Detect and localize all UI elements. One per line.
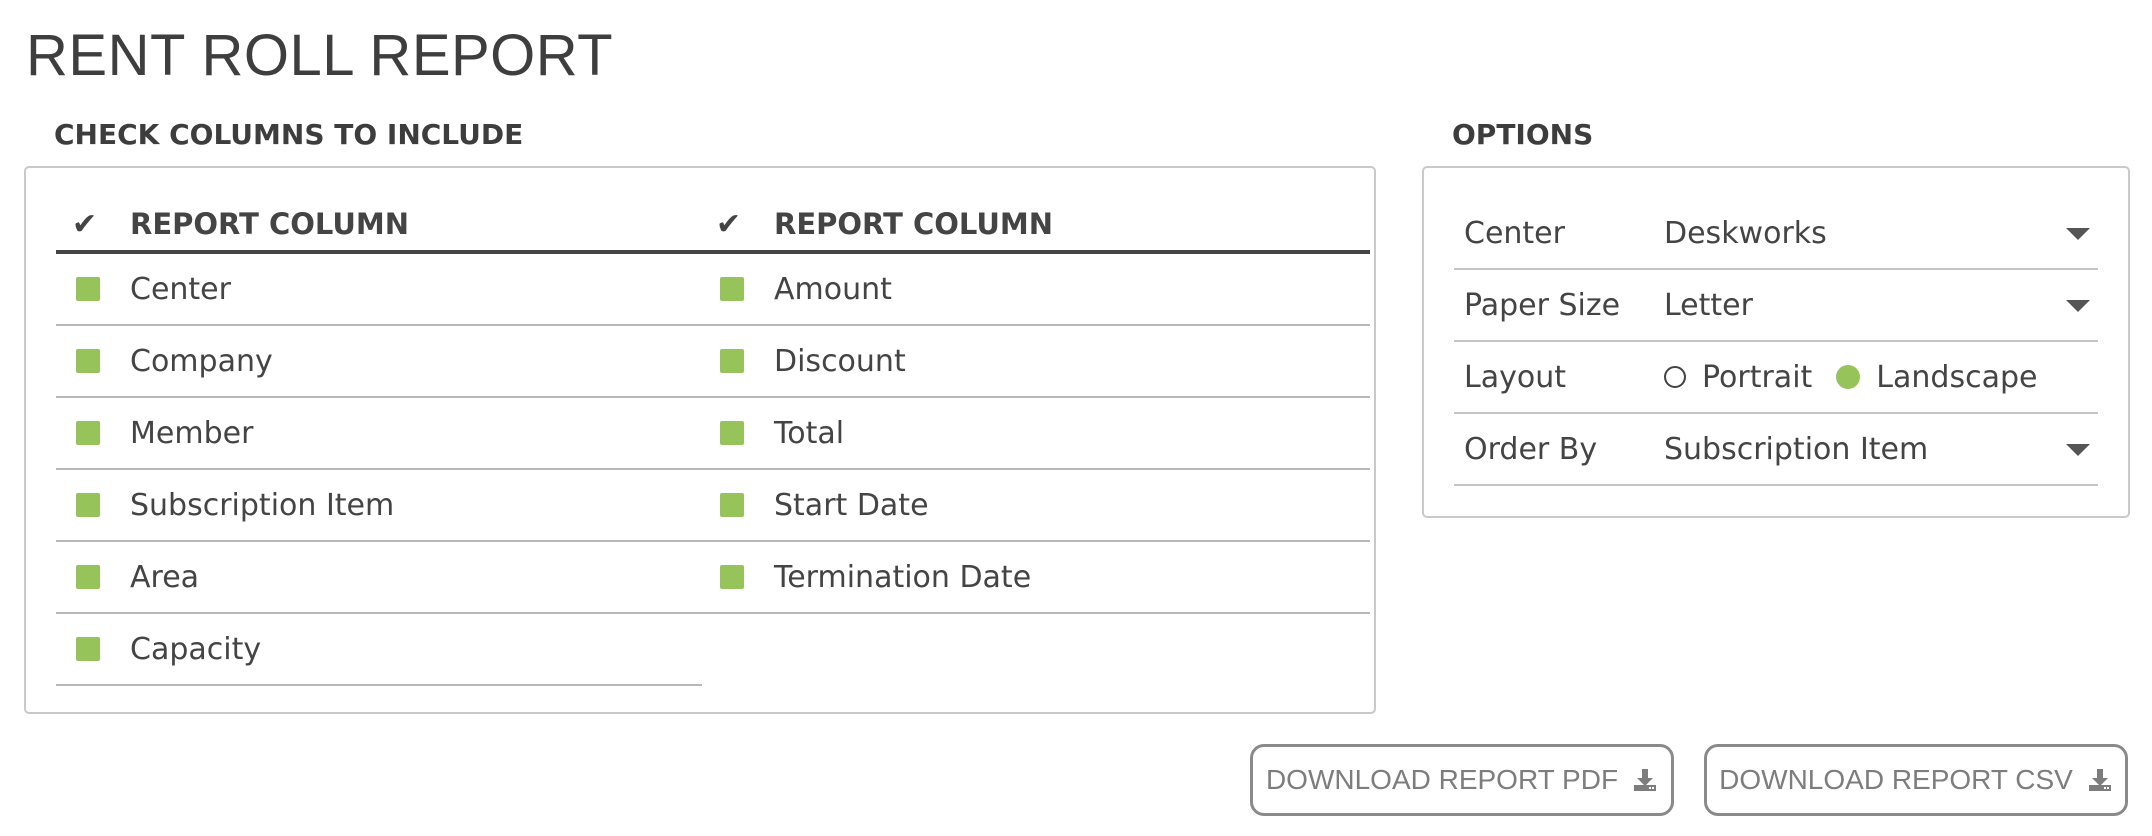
options-panel: Center Deskworks Paper Size Letter Layou… <box>1422 166 2130 518</box>
option-label: Layout <box>1464 359 1566 395</box>
column-label: Company <box>130 343 273 379</box>
paper-size-select[interactable]: Paper Size Letter <box>1454 270 2098 342</box>
checkbox[interactable] <box>76 493 100 517</box>
column-label: Discount <box>774 343 906 379</box>
column-label: Termination Date <box>774 559 1032 595</box>
center-value[interactable]: Deskworks <box>1664 216 1827 251</box>
column-label: Start Date <box>774 487 929 523</box>
option-label: Order By <box>1464 431 1598 467</box>
order-by-value[interactable]: Subscription Item <box>1664 432 1928 467</box>
column-row-member[interactable]: Member <box>56 398 702 470</box>
column-header: ✔ REPORT COLUMN <box>700 198 1370 254</box>
checkbox[interactable] <box>76 565 100 589</box>
column-header: ✔ REPORT COLUMN <box>56 198 702 254</box>
download-pdf-button[interactable]: DOWNLOAD REPORT PDF <box>1250 744 1674 816</box>
download-icon <box>2088 769 2111 791</box>
page-title: RENT ROLL REPORT <box>26 23 614 88</box>
portrait-radio[interactable] <box>1664 366 1686 388</box>
column-header-label: REPORT COLUMN <box>130 207 410 241</box>
checkmark-icon[interactable]: ✔ <box>72 207 108 242</box>
layout-radio-group: Portrait Landscape <box>1664 360 2061 395</box>
download-csv-label: DOWNLOAD REPORT CSV <box>1719 764 2073 795</box>
column-label: Subscription Item <box>130 487 395 523</box>
column-row-capacity[interactable]: Capacity <box>56 614 702 686</box>
options-heading: OPTIONS <box>1452 118 1594 151</box>
paper-size-value[interactable]: Letter <box>1664 288 1753 323</box>
checkbox[interactable] <box>720 421 744 445</box>
column-row-subscription-item[interactable]: Subscription Item <box>56 470 702 542</box>
column-row-amount[interactable]: Amount <box>700 254 1370 326</box>
column-row-start-date[interactable]: Start Date <box>700 470 1370 542</box>
columns-panel: ✔ REPORT COLUMN Center Company Member Su… <box>24 166 1376 714</box>
columns-heading: CHECK COLUMNS TO INCLUDE <box>54 118 524 151</box>
checkbox[interactable] <box>720 277 744 301</box>
column-label: Area <box>130 559 200 595</box>
column-row-center[interactable]: Center <box>56 254 702 326</box>
column-label: Center <box>130 271 231 307</box>
report-columns-right: ✔ REPORT COLUMN Amount Discount Total St… <box>700 198 1370 614</box>
checkbox[interactable] <box>76 421 100 445</box>
checkbox[interactable] <box>720 493 744 517</box>
column-row-total[interactable]: Total <box>700 398 1370 470</box>
column-row-company[interactable]: Company <box>56 326 702 398</box>
option-label: Paper Size <box>1464 287 1621 323</box>
checkbox[interactable] <box>720 349 744 373</box>
layout-option: Layout Portrait Landscape <box>1454 342 2098 414</box>
checkbox[interactable] <box>76 277 100 301</box>
order-by-select[interactable]: Order By Subscription Item <box>1454 414 2098 486</box>
column-label: Capacity <box>130 631 262 667</box>
column-row-discount[interactable]: Discount <box>700 326 1370 398</box>
column-row-termination-date[interactable]: Termination Date <box>700 542 1370 614</box>
report-columns-left: ✔ REPORT COLUMN Center Company Member Su… <box>56 198 702 686</box>
column-header-label: REPORT COLUMN <box>774 207 1054 241</box>
column-label: Total <box>774 415 845 451</box>
caret-down-icon[interactable] <box>2066 228 2090 240</box>
download-pdf-label: DOWNLOAD REPORT PDF <box>1265 764 1619 795</box>
column-label: Amount <box>774 271 892 307</box>
options-list: Center Deskworks Paper Size Letter Layou… <box>1454 198 2098 486</box>
portrait-label[interactable]: Portrait <box>1702 360 1812 395</box>
column-row-area[interactable]: Area <box>56 542 702 614</box>
caret-down-icon[interactable] <box>2066 444 2090 456</box>
download-icon <box>1634 769 1657 791</box>
option-label: Center <box>1464 215 1565 251</box>
checkbox[interactable] <box>76 349 100 373</box>
checkbox[interactable] <box>720 565 744 589</box>
landscape-radio[interactable] <box>1836 365 1861 389</box>
checkbox[interactable] <box>76 637 100 661</box>
landscape-label[interactable]: Landscape <box>1876 360 2037 395</box>
caret-down-icon[interactable] <box>2066 300 2090 312</box>
column-label: Member <box>130 415 254 451</box>
checkmark-icon[interactable]: ✔ <box>716 207 752 242</box>
center-select[interactable]: Center Deskworks <box>1454 198 2098 270</box>
download-csv-button[interactable]: DOWNLOAD REPORT CSV <box>1704 744 2128 816</box>
